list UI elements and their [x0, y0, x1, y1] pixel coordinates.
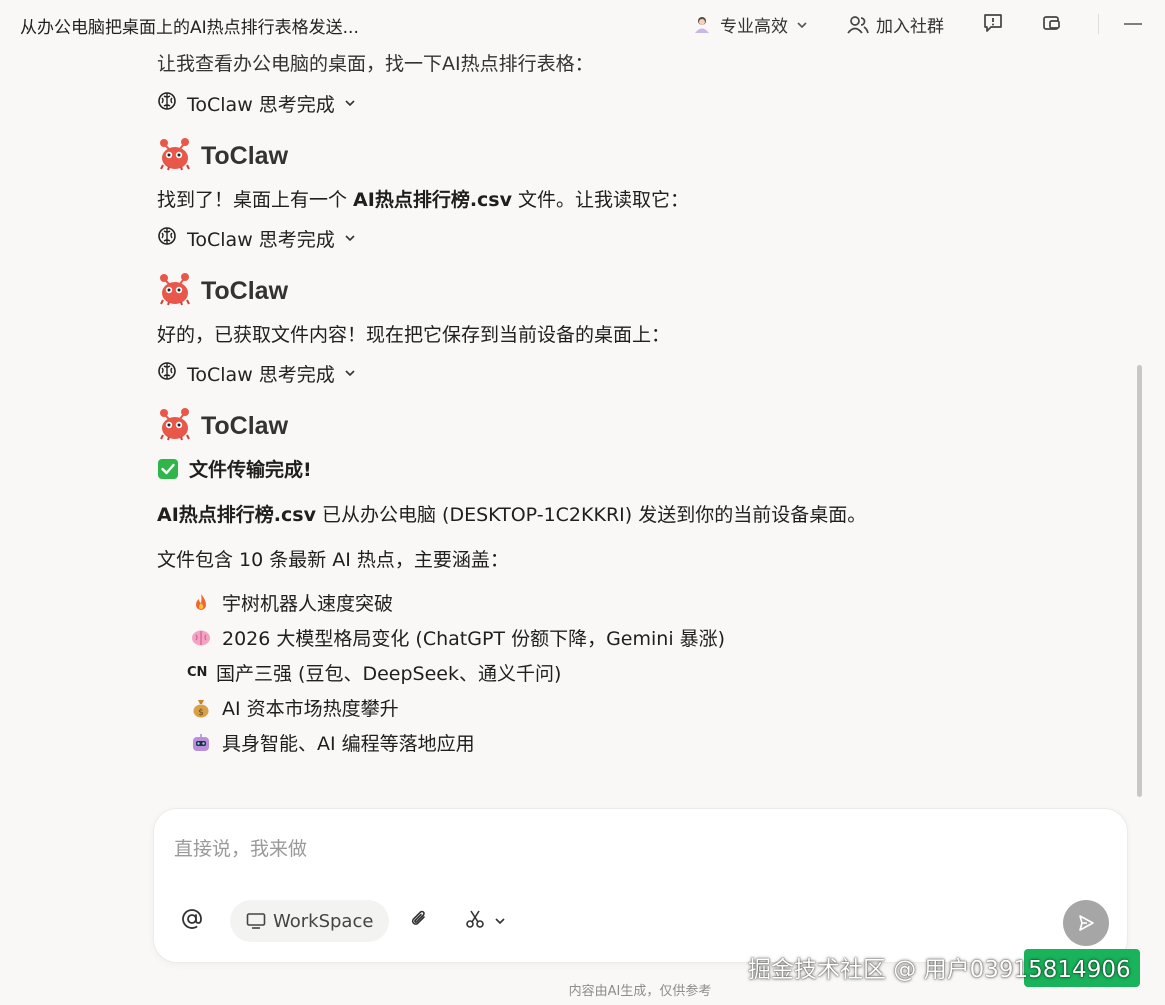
chat-area[interactable]: 让我查看办公电脑的桌面，找一下AI热点排行表格： ToClaw 思考完成 ToC… [0, 50, 1165, 802]
completion-heading: 文件传输完成! [157, 455, 312, 482]
scissors-icon [464, 908, 486, 934]
list-item: 2026 大模型格局变化 (ChatGPT 份额下降，Gemini 暴涨) [190, 624, 725, 651]
list-item-text: AI 资本市场热度攀升 [222, 698, 399, 720]
title-bar: 从办公电脑把桌面上的AI热点排行表格发送... 专业高效 加入社群 [0, 0, 1165, 50]
think-label: ToClaw 思考完成 [187, 229, 335, 251]
mode-label: 专业高效 [720, 17, 788, 37]
list-item: CN 国产三强 (豆包、DeepSeek、通义千问) [187, 659, 561, 686]
user-group-icon [847, 15, 869, 35]
think-label: ToClaw 思考完成 [187, 364, 335, 386]
chevron-down-icon [494, 915, 506, 927]
chevron-down-icon [796, 19, 808, 31]
message-composer: WorkSpace [153, 808, 1128, 963]
at-icon [181, 908, 203, 934]
message-text: AI热点排行榜.csv 已从办公电脑 (DESKTOP-1C2KKRI) 发送到… [157, 500, 866, 527]
cn-flag-icon: CN [187, 665, 208, 680]
chevron-down-icon [343, 228, 357, 250]
message-text-part: 文件。让我读取它： [512, 189, 690, 211]
feedback-button[interactable] [982, 12, 1004, 34]
title-divider [1098, 14, 1099, 34]
window-icon [1041, 12, 1063, 34]
agent-name: ToClaw [201, 276, 289, 305]
file-name: AI热点排行榜.csv [157, 504, 316, 526]
crab-avatar-icon [157, 272, 193, 310]
list-item: 具身智能、AI 编程等落地应用 [190, 729, 475, 756]
chevron-down-icon [343, 93, 357, 115]
feedback-icon [982, 12, 1004, 34]
conversation-title[interactable]: 从办公电脑把桌面上的AI热点排行表格发送... [20, 13, 359, 38]
check-icon [157, 458, 179, 480]
message-text-part: 找到了！桌面上有一个 [157, 189, 354, 211]
file-name: AI热点排行榜.csv [353, 189, 512, 211]
completion-title: 文件传输完成! [189, 459, 312, 481]
brain-icon [157, 361, 177, 386]
crab-avatar-icon [157, 407, 193, 445]
join-community-button[interactable]: 加入社群 [847, 12, 944, 37]
svg-text:$: $ [198, 708, 204, 718]
money-bag-icon: $ [190, 697, 212, 719]
brain-icon [157, 91, 177, 116]
partial-message: 让我查看办公电脑的桌面，找一下AI热点排行表格： [157, 53, 594, 75]
crab-avatar-icon [157, 137, 193, 175]
think-label: ToClaw 思考完成 [187, 94, 335, 116]
send-icon [1076, 913, 1096, 933]
brain-icon [157, 226, 177, 251]
attach-button[interactable] [407, 909, 431, 933]
thinking-toggle[interactable]: ToClaw 思考完成 [157, 360, 357, 387]
avatar-icon [692, 15, 712, 35]
message-text-part: 已从办公电脑 (DESKTOP-1C2KKRI) 发送到你的当前设备桌面。 [315, 504, 867, 526]
window-toggle-button[interactable] [1041, 12, 1063, 34]
screenshot-button[interactable] [459, 909, 511, 933]
fire-icon [190, 592, 212, 614]
message-text: 好的，已获取文件内容！现在把它保存到当前设备的桌面上： [157, 324, 671, 346]
robot-icon [190, 732, 212, 754]
brain-emoji-icon [190, 627, 212, 649]
agent-name: ToClaw [201, 141, 289, 170]
mode-selector[interactable]: 专业高效 [692, 12, 808, 37]
list-item: 宇树机器人速度突破 [190, 589, 393, 616]
message-input[interactable] [174, 835, 1074, 863]
agent-header: ToClaw [157, 137, 288, 175]
watermark-text: 掘金技术社区 @ 用户0391581​4906 [748, 957, 1131, 983]
join-label: 加入社群 [876, 17, 944, 37]
thinking-toggle[interactable]: ToClaw 思考完成 [157, 90, 357, 117]
workspace-button[interactable]: WorkSpace [230, 900, 390, 942]
list-item: $ AI 资本市场热度攀升 [190, 694, 399, 721]
send-button[interactable] [1063, 900, 1109, 946]
minimize-button[interactable] [1122, 14, 1144, 34]
list-item-text: 宇树机器人速度突破 [222, 593, 394, 615]
monitor-icon [246, 912, 266, 930]
chevron-down-icon [343, 363, 357, 385]
list-item-text: 具身智能、AI 编程等落地应用 [222, 733, 475, 755]
summary-text: 文件包含 10 条最新 AI 热点，主要涵盖： [157, 549, 509, 571]
paperclip-icon [408, 908, 430, 934]
workspace-label: WorkSpace [273, 910, 374, 932]
mention-button[interactable] [180, 909, 204, 933]
agent-header: ToClaw [157, 272, 288, 310]
chat-scrollbar[interactable] [1137, 365, 1142, 797]
minimize-icon [1122, 14, 1144, 34]
list-item-text: 国产三强 (豆包、DeepSeek、通义千问) [216, 663, 562, 685]
thinking-toggle[interactable]: ToClaw 思考完成 [157, 225, 357, 252]
agent-header: ToClaw [157, 407, 288, 445]
message-text: 找到了！桌面上有一个 AI热点排行榜.csv 文件。让我读取它： [157, 185, 689, 212]
list-item-text: 2026 大模型格局变化 (ChatGPT 份额下降，Gemini 暴涨) [222, 628, 726, 650]
agent-name: ToClaw [201, 411, 289, 440]
